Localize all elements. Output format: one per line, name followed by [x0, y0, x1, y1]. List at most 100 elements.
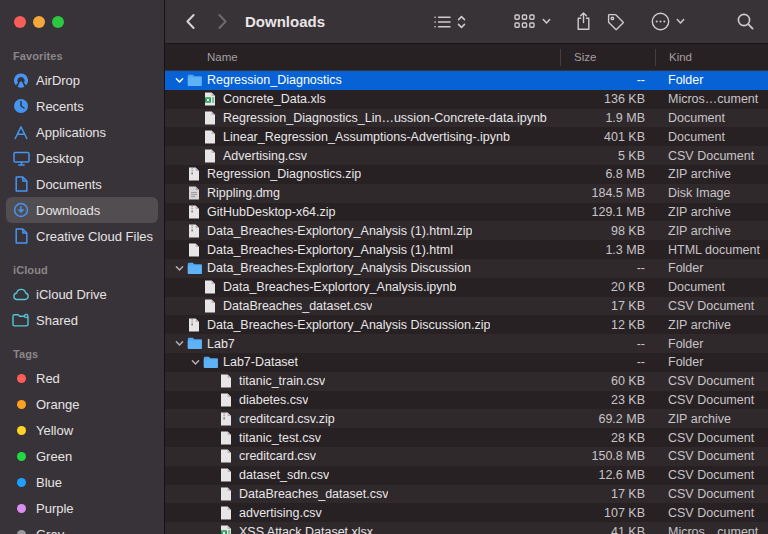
file-row-databreaches-dataset-csv[interactable]: DataBreaches_dataset.csv17 KBCSV Documen… [165, 297, 768, 316]
sidebar-item-desktop[interactable]: Desktop [6, 145, 158, 171]
file-row-titanic-train-csv[interactable]: titanic_train.csv60 KBCSV Document [165, 372, 768, 391]
file-kind: HTML document [655, 243, 768, 257]
tag-dot-orange [12, 396, 30, 413]
sidebar-item-label: Recents [36, 99, 84, 114]
file-kind: Disk Image [655, 186, 768, 200]
chevron-down-icon [542, 18, 551, 25]
sidebar-item-blue[interactable]: Blue [6, 469, 158, 495]
file-row-lab7[interactable]: Lab7--Folder [165, 334, 768, 353]
disclosure-chevron-icon[interactable] [172, 339, 186, 348]
sidebar-item-icloud-drive[interactable]: iCloud Drive [6, 281, 158, 307]
file-row-regression-diagnostics-zip[interactable]: Regression_Diagnostics.zip6.8 MBZIP arch… [165, 165, 768, 184]
file-row-regression-diagnostics-lin-ussion-concrete-data-ipynb[interactable]: Regression_Diagnostics_Lin…ussion-Concre… [165, 109, 768, 128]
file-name: Data_Breaches-Explortory_Analysis Discus… [207, 318, 490, 332]
file-row-dataset-sdn-csv[interactable]: dataset_sdn.csv12.6 MBCSV Document [165, 466, 768, 485]
name-cell: Regression_Diagnostics_Lin…ussion-Concre… [165, 111, 560, 125]
name-cell: Linear_Regression_Assumptions-Advertisin… [165, 130, 560, 144]
file-row-creditcard-csv-zip[interactable]: creditcard.csv.zip69.2 MBZIP archive [165, 409, 768, 428]
share-button[interactable] [576, 12, 591, 31]
sidebar-item-label: Shared [36, 313, 78, 328]
file-size: 12 KB [560, 318, 655, 332]
sidebar-item-downloads[interactable]: Downloads [6, 197, 158, 223]
close-window-button[interactable] [14, 16, 26, 28]
doc-icon [218, 487, 234, 501]
sidebar-item-label: Yellow [36, 423, 73, 438]
sidebar-item-orange[interactable]: Orange [6, 391, 158, 417]
sidebar-item-shared[interactable]: Shared [6, 307, 158, 333]
file-row-data-breaches-explortory-analysis-1-html-zip[interactable]: Data_Breaches-Explortory_Analysis (1).ht… [165, 221, 768, 240]
chevron-down-icon [676, 18, 685, 25]
file-name: Data_Breaches-Explortory_Analysis (1).ht… [207, 224, 472, 238]
disclosure-chevron-icon[interactable] [172, 264, 186, 273]
file-size: 28 KB [560, 431, 655, 445]
view-chevrons-icon [457, 15, 466, 29]
file-row-data-breaches-explortory-analysis-1-html[interactable]: Data_Breaches-Explortory_Analysis (1).ht… [165, 240, 768, 259]
file-kind: ZIP archive [655, 412, 768, 426]
column-headers: Name Size Kind [165, 44, 768, 71]
file-row-xss-attack-dataset-xlsx[interactable]: XSS Attack Dataset.xlsx41 KBMicros…cumen… [165, 522, 768, 534]
minimize-window-button[interactable] [33, 16, 45, 28]
group-control[interactable] [514, 14, 551, 29]
disclosure-chevron-icon[interactable] [188, 358, 202, 367]
search-button[interactable] [737, 13, 754, 30]
sidebar-item-label: AirDrop [36, 73, 80, 88]
file-row-rippling-dmg[interactable]: Rippling.dmg184.5 MBDisk Image [165, 184, 768, 203]
forward-button[interactable] [209, 9, 235, 35]
file-size: 17 KB [560, 487, 655, 501]
file-row-linear-regression-assumptions-advertising-ipynb[interactable]: Linear_Regression_Assumptions-Advertisin… [165, 127, 768, 146]
doc-icon [218, 449, 234, 463]
doc-icon [202, 299, 218, 313]
sidebar-item-green[interactable]: Green [6, 443, 158, 469]
doc-icon [202, 111, 218, 125]
column-header-size[interactable]: Size [560, 49, 655, 66]
sidebar: FavoritesAirDropRecentsApplicationsDeskt… [0, 0, 165, 534]
sidebar-item-airdrop[interactable]: AirDrop [6, 67, 158, 93]
file-size: 60 KB [560, 374, 655, 388]
file-kind: Folder [655, 73, 768, 87]
shared-icon [12, 312, 30, 329]
file-size: 6.8 MB [560, 167, 655, 181]
sidebar-item-red[interactable]: Red [6, 365, 158, 391]
file-row-titanic-test-csv[interactable]: titanic_test.csv28 KBCSV Document [165, 428, 768, 447]
sidebar-item-recents[interactable]: Recents [6, 93, 158, 119]
file-row-data-breaches-explortory-analysis-discussion-zip[interactable]: Data_Breaches-Explortory_Analysis Discus… [165, 315, 768, 334]
file-size: 20 KB [560, 280, 655, 294]
column-header-name[interactable]: Name [165, 51, 560, 63]
tags-button[interactable] [607, 13, 625, 31]
window-title: Downloads [245, 13, 325, 30]
view-control[interactable] [434, 15, 466, 29]
file-row-advertising-csv[interactable]: Advertising.csv5 KBCSV Document [165, 146, 768, 165]
file-row-creditcard-csv[interactable]: creditcard.csv150.8 MBCSV Document [165, 447, 768, 466]
name-cell: DataBreaches_dataset.csv [165, 487, 560, 501]
file-row-data-breaches-explortory-analysis-ipynb[interactable]: Data_Breaches-Explortory_Analysis.ipynb2… [165, 278, 768, 297]
more-actions-button[interactable] [651, 12, 685, 31]
file-row-concrete-data-xls[interactable]: Concrete_Data.xls136 KBMicros…cument [165, 90, 768, 109]
tag-dot-blue [12, 474, 30, 491]
sidebar-item-gray[interactable]: Gray [6, 521, 158, 534]
sidebar-item-yellow[interactable]: Yellow [6, 417, 158, 443]
file-row-regression-diagnostics[interactable]: Regression_Diagnostics--Folder [165, 71, 768, 90]
sidebar-item-purple[interactable]: Purple [6, 495, 158, 521]
file-row-diabetes-csv[interactable]: diabetes.csv23 KBCSV Document [165, 391, 768, 410]
sidebar-item-applications[interactable]: Applications [6, 119, 158, 145]
tag-dot-red [12, 370, 30, 387]
file-row-databreaches-dataset-csv[interactable]: DataBreaches_dataset.csv17 KBCSV Documen… [165, 485, 768, 504]
disclosure-chevron-icon[interactable] [172, 76, 186, 85]
column-header-kind[interactable]: Kind [655, 49, 768, 66]
tag-dot-purple [12, 500, 30, 517]
file-size: 69.2 MB [560, 412, 655, 426]
sidebar-section-label-icloud: iCloud [0, 264, 164, 276]
file-row-data-breaches-explortory-analysis-discussion[interactable]: Data_Breaches-Explortory_Analysis Discus… [165, 259, 768, 278]
file-row-githubdesktop-x64-zip[interactable]: GitHubDesktop-x64.zip129.1 MBZIP archive [165, 203, 768, 222]
sidebar-item-documents[interactable]: Documents [6, 171, 158, 197]
file-row-advertising-csv[interactable]: advertising.csv107 KBCSV Document [165, 503, 768, 522]
name-cell: creditcard.csv [165, 449, 560, 463]
file-name: Regression_Diagnostics.zip [207, 167, 361, 181]
back-button[interactable] [177, 9, 203, 35]
sidebar-item-creative-cloud-files[interactable]: Creative Cloud Files [6, 223, 158, 249]
zip-icon [186, 224, 202, 238]
doc-icon [218, 374, 234, 388]
group-icon [514, 14, 535, 29]
zoom-window-button[interactable] [52, 16, 64, 28]
file-row-lab7-dataset[interactable]: Lab7-Dataset--Folder [165, 353, 768, 372]
